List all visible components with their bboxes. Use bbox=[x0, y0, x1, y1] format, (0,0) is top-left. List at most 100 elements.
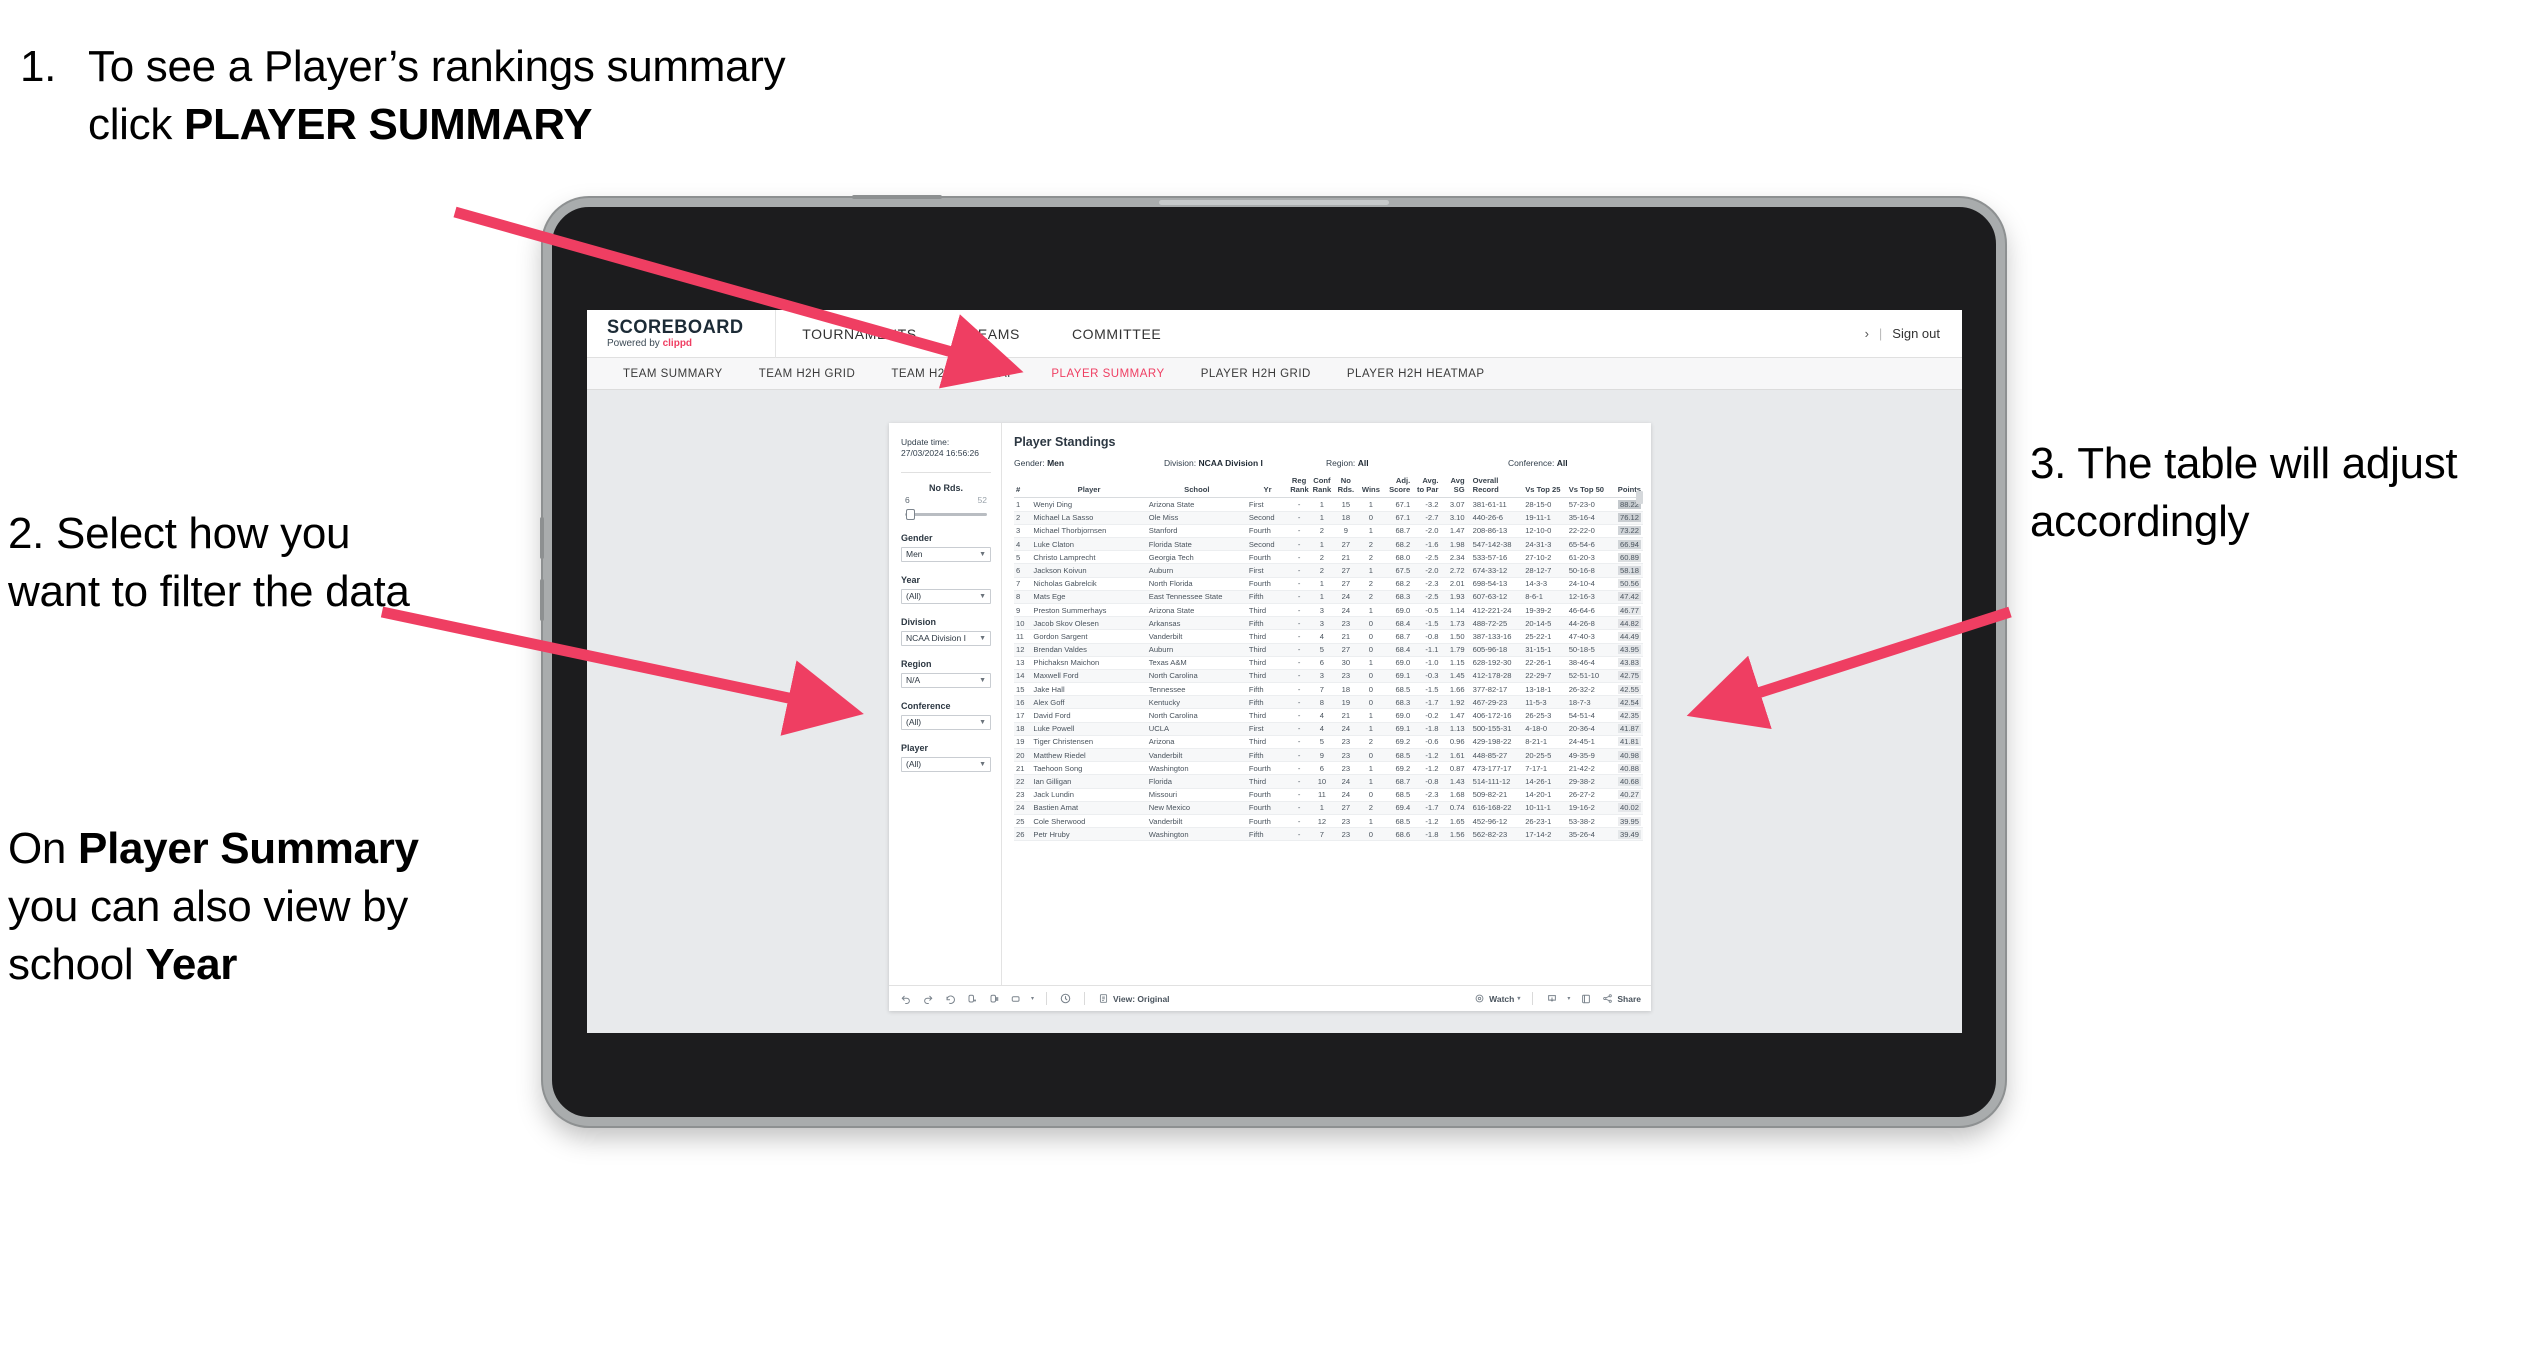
pause-auto-update-icon[interactable] bbox=[987, 992, 1000, 1005]
tab-player-summary[interactable]: PLAYER SUMMARY bbox=[1033, 358, 1182, 390]
cell-vs-top-50: 50-18-5 bbox=[1566, 643, 1611, 657]
points-value: 41.81 bbox=[1617, 737, 1641, 747]
table-row[interactable]: 21 Taehoon Song Washington Fourth -6 23 1 69.2-… bbox=[1014, 761, 1643, 776]
table-row[interactable]: 20 Matthew Riedel Vanderbilt Fifth -9 23 0 68.5… bbox=[1014, 748, 1643, 763]
table-row[interactable]: 15 Jake Hall Tennessee Fifth -7 18 0 68.5 -1.5 1.… bbox=[1014, 682, 1643, 697]
cell-reg-rank: - bbox=[1288, 656, 1310, 670]
tab-team-summary[interactable]: TEAM SUMMARY bbox=[605, 358, 741, 390]
col-header-year[interactable]: Yr bbox=[1246, 477, 1289, 499]
table-row[interactable]: 18 Luke Powell UCLA First -4 24 1 69.1 -1.8 1.13 5… bbox=[1014, 722, 1643, 736]
table-row[interactable]: 1 Wenyi Ding Arizona State First -1 15 1 67.1 -3… bbox=[1014, 497, 1643, 512]
gender-dropdown[interactable]: Men ▼ bbox=[901, 546, 991, 562]
cell-vs-top-50: 38-46-4 bbox=[1566, 656, 1611, 670]
pause-refresh-icon[interactable] bbox=[1059, 992, 1072, 1005]
col-header-no-rds[interactable]: No Rds. bbox=[1333, 477, 1358, 499]
col-header-reg-rank[interactable]: Reg Rank bbox=[1288, 477, 1310, 499]
cell-avg-to-par: -1.1 bbox=[1412, 643, 1441, 657]
view-icon bbox=[1097, 992, 1110, 1005]
nav-tournaments[interactable]: TOURNAMENTS bbox=[776, 310, 942, 358]
cell-rank: 7 bbox=[1014, 577, 1032, 591]
table-row[interactable]: 17 David Ford North Carolina Third -4 21 1 69.0… bbox=[1014, 708, 1643, 723]
col-header-school[interactable]: School bbox=[1146, 477, 1247, 499]
cell-points: 42.75 bbox=[1610, 669, 1643, 684]
revert-icon[interactable] bbox=[943, 992, 956, 1005]
col-header-conf-rank[interactable]: Conf Rank bbox=[1309, 477, 1334, 499]
col-header-player[interactable]: Player bbox=[1031, 477, 1147, 499]
table-row[interactable]: 26 Petr Hruby Washington Fifth -7 23 0 68.6 -1.8… bbox=[1014, 827, 1643, 842]
conference-dropdown[interactable]: (All) ▼ bbox=[901, 714, 991, 730]
col-header-vs-top-50[interactable]: Vs Top 50 bbox=[1566, 477, 1611, 499]
table-row[interactable]: 5 Christo Lamprecht Georgia Tech Fourth -2 21… bbox=[1014, 550, 1643, 565]
table-row[interactable]: 2 Michael La Sasso Ole Miss Second -1 18 0 67.1… bbox=[1014, 511, 1643, 525]
tab-team-h2h-heatmap[interactable]: TEAM H2H HEATMAP bbox=[873, 358, 1033, 390]
workbook-body: Update time: 27/03/2024 16:56:26 No Rds.… bbox=[889, 423, 1651, 985]
table-row[interactable]: 16 Alex Goff Kentucky Fifth -8 19 0 68.3 -1.7 1.9… bbox=[1014, 695, 1643, 710]
table-row[interactable]: 7 Nicholas Gabrelcik North Florida Fourth -1… bbox=[1014, 577, 1643, 591]
cell-overall-record: 698-54-13 bbox=[1466, 577, 1524, 591]
refresh-data-icon[interactable] bbox=[965, 992, 978, 1005]
table-row[interactable]: 6 Jackson Koivun Auburn First -2 27 1 67.5 -2.0 2… bbox=[1014, 563, 1643, 578]
cell-avg-to-par: -1.7 bbox=[1412, 695, 1441, 710]
col-header-vs-top-25[interactable]: Vs Top 25 bbox=[1523, 477, 1567, 499]
table-row[interactable]: 24 Bastien Amat New Mexico Fourth -1 27 2 69.4-… bbox=[1014, 801, 1643, 815]
cell-no-rds: 15 bbox=[1333, 497, 1358, 512]
slider-handle[interactable] bbox=[906, 508, 915, 520]
cell-player: David Ford bbox=[1031, 708, 1147, 723]
col-header-avg-sg[interactable]: Avg SG bbox=[1440, 477, 1467, 499]
nav-committee[interactable]: COMMITTEE bbox=[1046, 310, 1187, 358]
region-dropdown[interactable]: N/A ▼ bbox=[901, 672, 991, 688]
no-rds-slider[interactable] bbox=[901, 508, 991, 520]
redo-icon[interactable] bbox=[921, 992, 934, 1005]
powered-by-text: Powered by bbox=[607, 338, 663, 349]
undo-icon[interactable] bbox=[899, 992, 912, 1005]
cell-wins: 0 bbox=[1357, 616, 1384, 631]
year-dropdown[interactable]: (All) ▼ bbox=[901, 588, 991, 604]
table-vertical-scrollbar[interactable] bbox=[1636, 491, 1643, 504]
table-row[interactable]: 25 Cole Sherwood Vanderbilt Fourth -12 23 1 68.… bbox=[1014, 814, 1643, 829]
table-row[interactable]: 13 Phichaksn Maichon Texas A&M Third -6 30 1 69… bbox=[1014, 656, 1643, 670]
table-row[interactable]: 19 Tiger Christensen Arizona Third -5 23 2 69.2… bbox=[1014, 735, 1643, 750]
col-header-wins[interactable]: Wins bbox=[1357, 477, 1384, 499]
primary-nav: TOURNAMENTS TEAMS COMMITTEE bbox=[776, 310, 1187, 358]
table-row[interactable]: 3 Michael Thorbjornsen Stanford Fourth -2 9 1 6… bbox=[1014, 524, 1643, 539]
device-layout-caret-icon[interactable]: ▾ bbox=[1031, 995, 1034, 1002]
cell-vs-top-25: 26-25-3 bbox=[1523, 708, 1567, 723]
chevron-right-icon[interactable]: › bbox=[1865, 326, 1869, 341]
share-button[interactable]: Share bbox=[1601, 992, 1641, 1005]
cell-vs-top-25: 4-18-0 bbox=[1523, 722, 1567, 736]
cell-avg-to-par: -0.2 bbox=[1412, 708, 1441, 723]
player-dropdown[interactable]: (All) ▼ bbox=[901, 756, 991, 772]
fullscreen-icon[interactable] bbox=[1579, 992, 1592, 1005]
table-row[interactable]: 4 Luke Claton Florida State Second -1 27 2 68.2… bbox=[1014, 537, 1643, 552]
table-row[interactable]: 9 Preston Summerhays Arizona State Third -3 2… bbox=[1014, 603, 1643, 618]
table-row[interactable]: 12 Brendan Valdes Auburn Third -5 27 0 68.4 -1.1… bbox=[1014, 643, 1643, 657]
cell-overall-record: 533-57-16 bbox=[1466, 550, 1524, 565]
col-header-overall-record[interactable]: Overall Record bbox=[1466, 477, 1524, 499]
tab-team-h2h-grid[interactable]: TEAM H2H GRID bbox=[741, 358, 874, 390]
cell-vs-top-25: 22-26-1 bbox=[1523, 656, 1567, 670]
col-header-rank[interactable]: # bbox=[1014, 477, 1032, 499]
cell-points: 42.35 bbox=[1610, 708, 1643, 723]
watch-button[interactable]: Watch ▾ bbox=[1473, 992, 1520, 1005]
table-row[interactable]: 10 Jacob Skov Olesen Arkansas Fifth -3 23 0 68.… bbox=[1014, 616, 1643, 631]
col-header-avg-to-par[interactable]: Avg. to Par bbox=[1412, 477, 1441, 499]
tab-player-h2h-heatmap[interactable]: PLAYER H2H HEATMAP bbox=[1329, 358, 1503, 390]
table-row[interactable]: 22 Ian Gilligan Florida Third -10 24 1 68.7 -0.8… bbox=[1014, 774, 1643, 789]
cell-avg-sg: 1.43 bbox=[1440, 774, 1467, 789]
view-original-button[interactable]: View: Original bbox=[1097, 992, 1170, 1005]
table-row[interactable]: 8 Mats Ege East Tennessee State Fifth -1 24 2 6… bbox=[1014, 590, 1643, 604]
cell-wins: 0 bbox=[1357, 695, 1384, 710]
division-dropdown[interactable]: NCAA Division I ▼ bbox=[901, 630, 991, 646]
cell-points: 40.02 bbox=[1610, 801, 1643, 815]
watch-caret-icon: ▾ bbox=[1517, 996, 1521, 1002]
tab-player-h2h-grid[interactable]: PLAYER H2H GRID bbox=[1183, 358, 1329, 390]
device-layout-icon[interactable] bbox=[1009, 992, 1022, 1005]
download-caret-icon[interactable]: ▾ bbox=[1567, 995, 1570, 1002]
table-row[interactable]: 14 Maxwell Ford North Carolina Third -3 23 0 69… bbox=[1014, 669, 1643, 684]
table-row[interactable]: 11 Gordon Sargent Vanderbilt Third -4 21 0 68.7… bbox=[1014, 629, 1643, 644]
download-icon[interactable] bbox=[1545, 992, 1558, 1005]
nav-teams[interactable]: TEAMS bbox=[943, 310, 1046, 358]
sign-out-link[interactable]: Sign out bbox=[1892, 326, 1940, 341]
col-header-adj-score[interactable]: Adj. Score bbox=[1383, 477, 1413, 499]
table-row[interactable]: 23 Jack Lundin Missouri Fourth -11 24 0 68.5 -2.… bbox=[1014, 788, 1643, 802]
